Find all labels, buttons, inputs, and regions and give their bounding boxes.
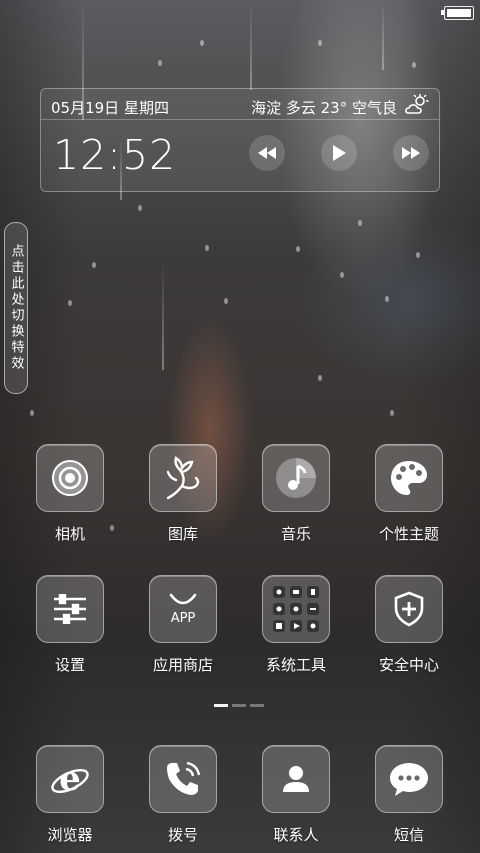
- app-store[interactable]: APP 应用商店: [135, 575, 231, 675]
- app-music[interactable]: 音乐: [248, 444, 344, 544]
- page-dot-active[interactable]: [214, 704, 228, 707]
- play-button[interactable]: [321, 135, 357, 171]
- music-note-icon: [262, 444, 330, 512]
- messages-bubble-icon: [375, 745, 443, 813]
- app-label: 图库: [167, 525, 198, 543]
- app-label: 拨号: [167, 826, 198, 844]
- play-icon: [333, 145, 346, 161]
- camera-icon: [36, 444, 104, 512]
- partly-cloudy-icon: [405, 94, 429, 114]
- app-label: 短信: [393, 826, 424, 844]
- dock-browser[interactable]: e 浏览器: [22, 745, 118, 845]
- fast-forward-button[interactable]: [393, 135, 429, 171]
- widget-weather[interactable]: 海淀 多云 23° 空气良: [251, 97, 397, 118]
- page-dot[interactable]: [250, 704, 264, 707]
- settings-sliders-icon: [36, 575, 104, 643]
- clock-weather-music-widget[interactable]: 05月19日 星期四 海淀 多云 23° 空气良 12:52: [40, 88, 440, 192]
- dock-messages[interactable]: 短信: [361, 745, 457, 845]
- app-store-badge-text: APP: [170, 610, 196, 626]
- phone-dialer-icon: [149, 745, 217, 813]
- rewind-button[interactable]: [249, 135, 285, 171]
- svg-text:e: e: [59, 759, 81, 799]
- battery-full-icon: [444, 6, 474, 20]
- app-label: 浏览器: [47, 826, 93, 844]
- app-label: 应用商店: [152, 656, 213, 674]
- widget-divider: [41, 119, 439, 120]
- app-label: 联系人: [273, 826, 319, 844]
- dock-phone[interactable]: 拨号: [135, 745, 231, 845]
- app-themes[interactable]: 个性主题: [361, 444, 457, 544]
- rewind-icon: [258, 147, 276, 159]
- app-label: 个性主题: [378, 525, 439, 543]
- app-system-tools[interactable]: 系统工具: [248, 575, 344, 675]
- app-camera[interactable]: 相机: [22, 444, 118, 544]
- page-dot[interactable]: [232, 704, 246, 707]
- app-gallery[interactable]: 图库: [135, 444, 231, 544]
- app-label: 系统工具: [265, 656, 326, 674]
- security-shield-icon: [375, 575, 443, 643]
- app-label: 音乐: [280, 525, 311, 543]
- fast-forward-icon: [402, 147, 420, 159]
- app-security-center[interactable]: 安全中心: [361, 575, 457, 675]
- app-settings[interactable]: 设置: [22, 575, 118, 675]
- app-store-bag-icon: APP: [149, 575, 217, 643]
- app-label: 设置: [54, 656, 85, 674]
- browser-e-icon: e: [36, 745, 104, 813]
- system-tools-grid-icon: [262, 575, 330, 643]
- switch-effect-tab[interactable]: 点击此处切换特效: [4, 222, 28, 394]
- theme-palette-icon: [375, 444, 443, 512]
- switch-effect-label: 点击此处切换特效: [8, 244, 24, 372]
- widget-date: 05月19日 星期四: [51, 99, 169, 117]
- app-label: 相机: [54, 525, 85, 543]
- gallery-flower-icon: [149, 444, 217, 512]
- app-label: 安全中心: [378, 656, 439, 674]
- contacts-person-icon: [262, 745, 330, 813]
- page-indicator: [214, 704, 264, 707]
- widget-clock[interactable]: 12:52: [53, 131, 176, 179]
- dock-contacts[interactable]: 联系人: [248, 745, 344, 845]
